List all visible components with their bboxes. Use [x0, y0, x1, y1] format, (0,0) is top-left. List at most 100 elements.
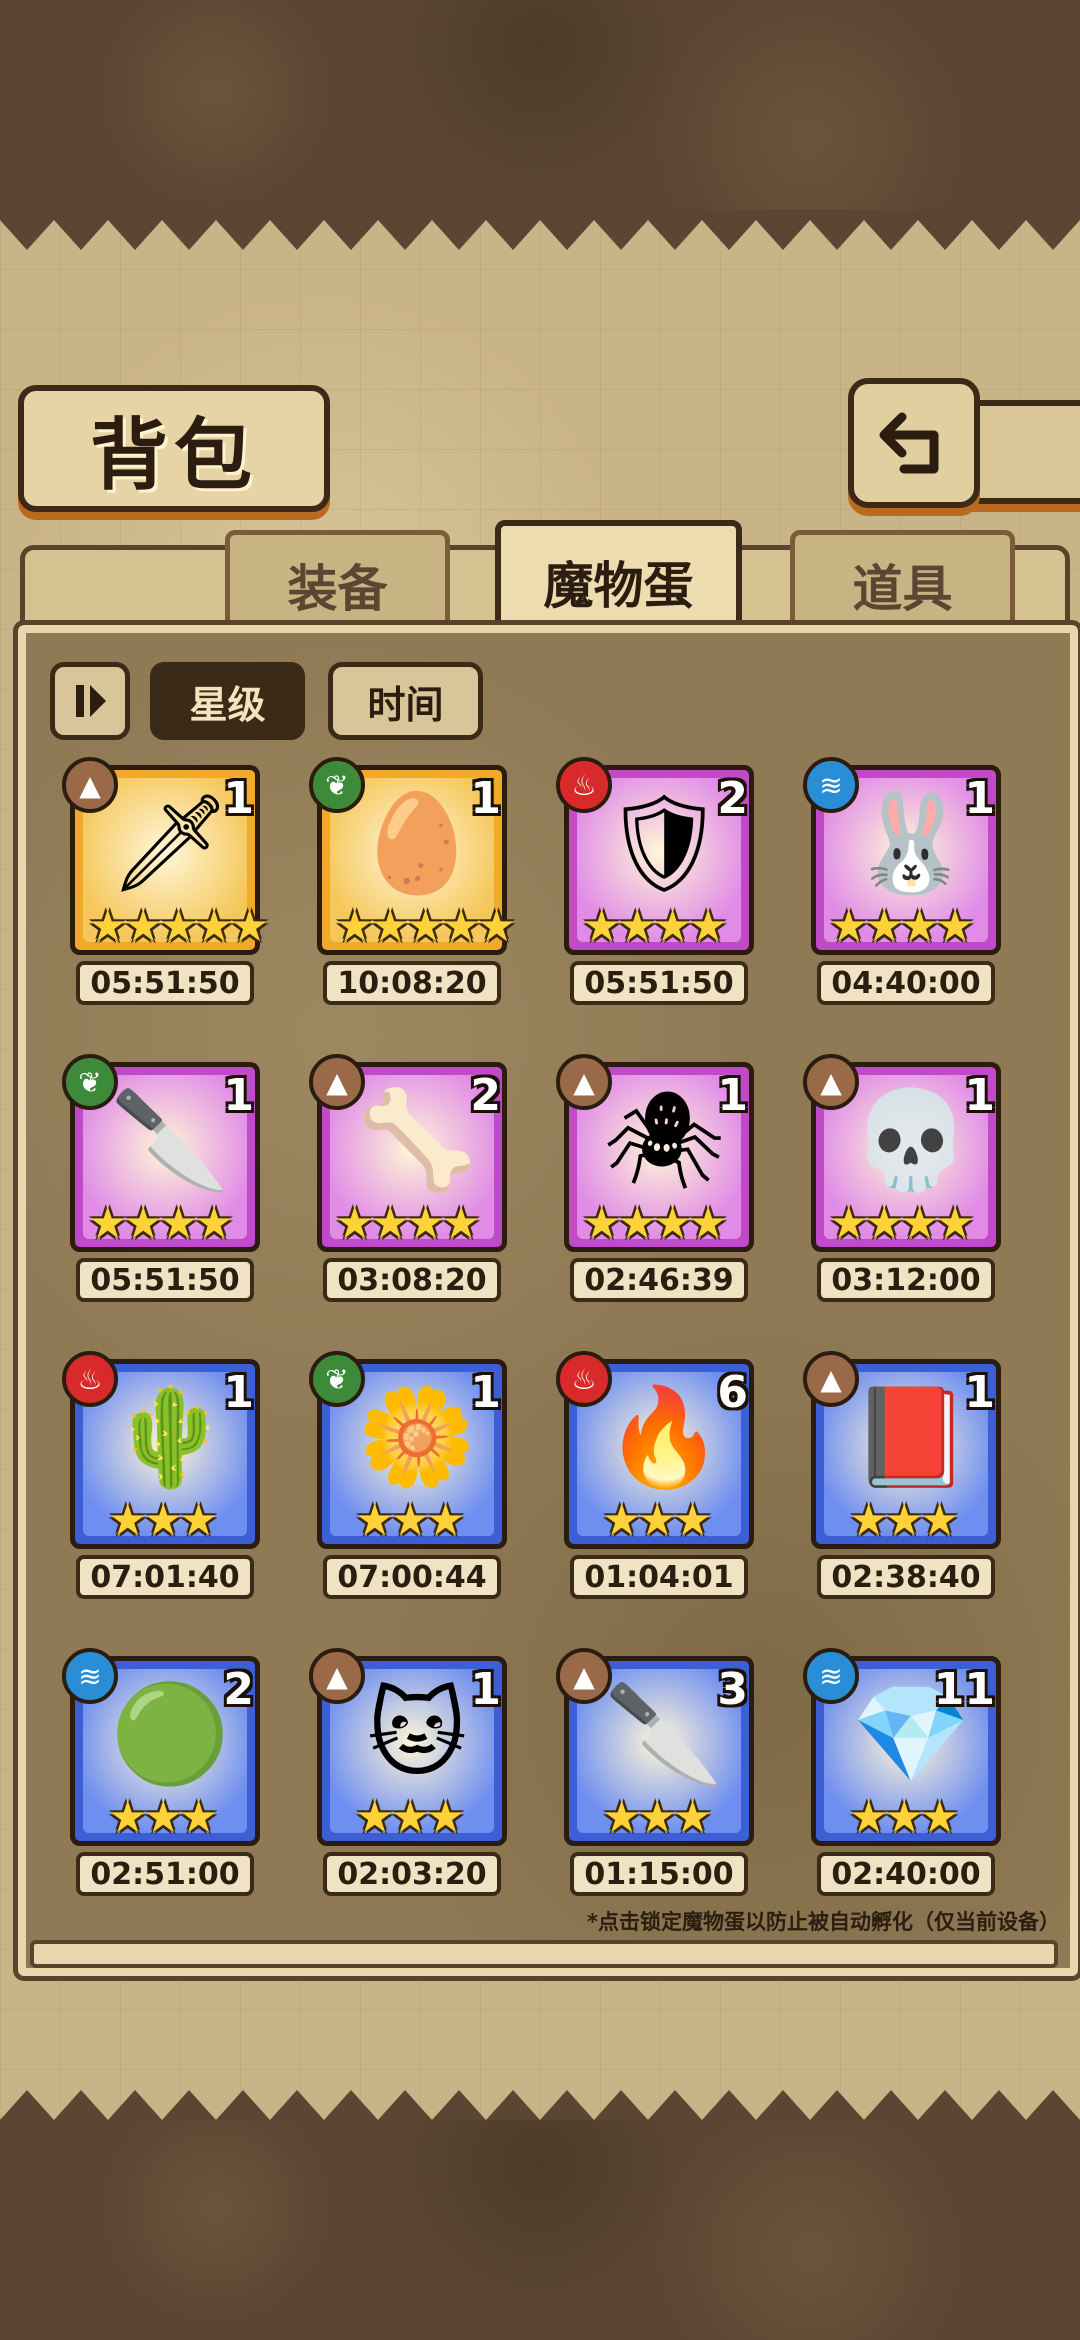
top-background — [0, 0, 1080, 230]
star-icon: ★ — [355, 1792, 395, 1843]
star-icon: ★ — [158, 901, 199, 952]
lock-hint-footnote: *点击锁定魔物蛋以防止被自动孵化（仅当前设备） — [587, 1910, 1060, 1934]
hatch-timer: 05:51:50 — [76, 961, 254, 1005]
star-icon: ★ — [229, 901, 270, 952]
egg-card[interactable]: 🟢 ≋ 2 ★ ★ ★ 02:51:00 — [62, 1648, 270, 1906]
star-rating: ★ ★ ★ ★ — [582, 901, 728, 952]
egg-card[interactable]: 💀 ▲ 1 ★ ★ ★ ★ 03:12:00 — [803, 1054, 1011, 1312]
star-icon: ★ — [935, 1198, 975, 1249]
star-icon: ★ — [935, 901, 975, 952]
hatch-timer: 04:40:00 — [817, 961, 995, 1005]
star-rating: ★ ★ ★ — [602, 1792, 712, 1843]
star-icon: ★ — [390, 1495, 430, 1546]
tab-equipment[interactable]: 装备 — [225, 530, 450, 640]
star-icon: ★ — [919, 1792, 960, 1843]
back-arrow-icon — [879, 412, 939, 474]
star-icon: ★ — [123, 901, 163, 952]
egg-count: 1 — [470, 1367, 501, 1418]
hatch-timer: 05:51:50 — [570, 961, 748, 1005]
hatch-timer: 10:08:20 — [323, 961, 501, 1005]
sort-order-toggle-button[interactable] — [50, 662, 130, 740]
sort-by-star-button[interactable]: 星级 — [150, 662, 305, 740]
egg-count: 3 — [717, 1664, 748, 1715]
star-rating: ★ ★ ★ — [602, 1495, 712, 1546]
star-rating: ★ ★ ★ — [108, 1792, 218, 1843]
egg-card[interactable]: 🌵 ♨ 1 ★ ★ ★ 07:01:40 — [62, 1351, 270, 1609]
egg-card[interactable]: 🥚 ❦ 1 ★ ★ ★ ★ ★ 10:08:20 — [309, 757, 517, 1015]
egg-count: 2 — [470, 1070, 501, 1121]
sort-time-label: 时间 — [367, 682, 444, 727]
star-icon: ★ — [829, 901, 869, 952]
star-icon: ★ — [405, 1198, 446, 1249]
earth-element-icon: ▲ — [556, 1054, 612, 1110]
sort-star-label: 星级 — [189, 682, 266, 727]
star-rating: ★ ★ ★ ★ — [335, 1198, 481, 1249]
sort-by-time-button[interactable]: 时间 — [328, 662, 483, 740]
tab-label: 魔物蛋 — [543, 557, 694, 615]
earth-element-icon: ▲ — [556, 1648, 612, 1704]
egg-card[interactable]: 🌼 ❦ 1 ★ ★ ★ 07:00:44 — [309, 1351, 517, 1609]
egg-card[interactable]: 🐱 ▲ 1 ★ ★ ★ 02:03:20 — [309, 1648, 517, 1906]
water-element-icon: ≋ — [62, 1648, 118, 1704]
egg-card[interactable]: 📕 ▲ 1 ★ ★ ★ 02:38:40 — [803, 1351, 1011, 1609]
hatch-timer: 07:01:40 — [76, 1555, 254, 1599]
egg-card[interactable]: 💎 ≋ 11 ★ ★ ★ 02:40:00 — [803, 1648, 1011, 1906]
star-icon: ★ — [864, 1198, 904, 1249]
back-button[interactable] — [848, 378, 980, 508]
egg-count: 2 — [223, 1664, 254, 1715]
hatch-timer: 02:46:39 — [570, 1258, 748, 1302]
hatch-timer: 02:51:00 — [76, 1852, 254, 1896]
star-icon: ★ — [672, 1792, 713, 1843]
egg-card[interactable]: 🕷 ▲ 1 ★ ★ ★ ★ 02:46:39 — [556, 1054, 764, 1312]
page-title: 背包 — [89, 410, 258, 501]
star-icon: ★ — [335, 901, 375, 952]
star-icon: ★ — [178, 1792, 219, 1843]
star-rating: ★ ★ ★ ★ — [829, 1198, 975, 1249]
page-title-plate: 背包 — [18, 385, 330, 512]
hatch-timer: 01:04:01 — [570, 1555, 748, 1599]
star-icon: ★ — [637, 1495, 677, 1546]
tab-items[interactable]: 道具 — [790, 530, 1015, 640]
star-rating: ★ ★ ★ ★ — [88, 1198, 234, 1249]
egg-card[interactable]: 🔪 ▲ 3 ★ ★ ★ 01:15:00 — [556, 1648, 764, 1906]
star-icon: ★ — [849, 1495, 889, 1546]
star-icon: ★ — [405, 901, 446, 952]
star-icon: ★ — [143, 1792, 183, 1843]
star-icon: ★ — [143, 1495, 183, 1546]
egg-card[interactable]: 🔥 ♨ 6 ★ ★ ★ 01:04:01 — [556, 1351, 764, 1609]
egg-card[interactable]: 🔪 ❦ 1 ★ ★ ★ ★ 05:51:50 — [62, 1054, 270, 1312]
star-icon: ★ — [617, 901, 657, 952]
star-icon: ★ — [652, 1198, 693, 1249]
star-icon: ★ — [370, 1198, 410, 1249]
star-rating: ★ ★ ★ ★ ★ — [88, 901, 269, 952]
star-rating: ★ ★ ★ — [849, 1495, 959, 1546]
panel-bottom-bar — [30, 1940, 1058, 1968]
star-icon: ★ — [370, 901, 410, 952]
hatch-timer: 05:51:50 — [76, 1258, 254, 1302]
hatch-timer: 02:40:00 — [817, 1852, 995, 1896]
egg-count: 11 — [933, 1664, 995, 1715]
egg-count: 1 — [470, 773, 501, 824]
plant-element-icon: ❦ — [309, 757, 365, 813]
egg-card[interactable]: 🛡 ♨ 2 ★ ★ ★ ★ 05:51:50 — [556, 757, 764, 1015]
star-icon: ★ — [849, 1792, 889, 1843]
star-icon: ★ — [602, 1495, 642, 1546]
tab-label: 道具 — [852, 560, 953, 618]
star-icon: ★ — [919, 1495, 960, 1546]
star-icon: ★ — [123, 1198, 163, 1249]
star-rating: ★ ★ ★ — [355, 1495, 465, 1546]
egg-card[interactable]: 🐰 ≋ 1 ★ ★ ★ ★ 04:40:00 — [803, 757, 1011, 1015]
hatch-timer: 07:00:44 — [323, 1555, 501, 1599]
sort-toggle-icon — [76, 685, 106, 717]
tab-label: 装备 — [287, 560, 388, 618]
egg-count: 2 — [717, 773, 748, 824]
star-icon: ★ — [425, 1792, 466, 1843]
star-icon: ★ — [582, 1198, 622, 1249]
egg-count: 6 — [717, 1367, 748, 1418]
star-icon: ★ — [602, 1792, 642, 1843]
egg-card[interactable]: 🗡 ▲ 1 ★ ★ ★ ★ ★ 05:51:50 — [62, 757, 270, 1015]
earth-element-icon: ▲ — [62, 757, 118, 813]
egg-card[interactable]: 🦴 ▲ 2 ★ ★ ★ ★ 03:08:20 — [309, 1054, 517, 1312]
star-icon: ★ — [88, 1198, 128, 1249]
top-zigzag-border — [0, 210, 1080, 250]
